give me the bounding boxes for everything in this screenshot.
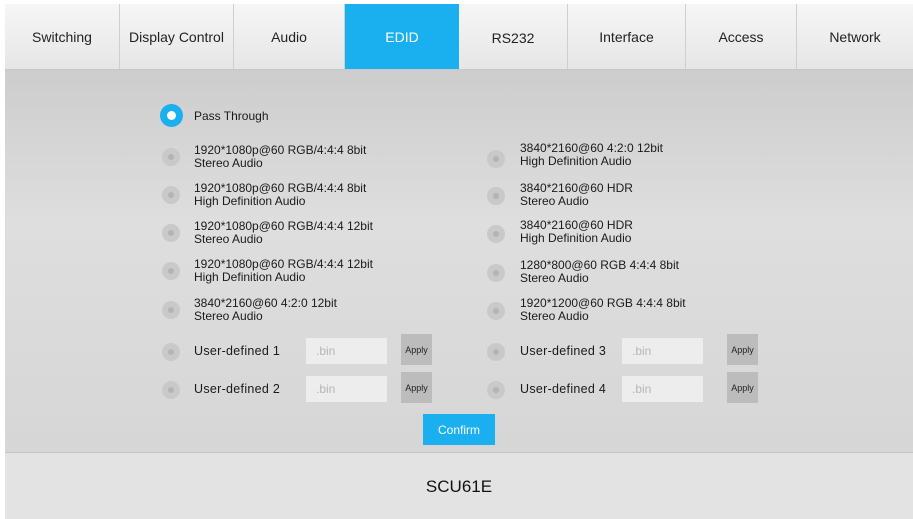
tab-switching[interactable]: Switching — [5, 4, 120, 69]
option-label: 3840*2160@60 4:2:0 12bit Stereo Audio — [194, 296, 337, 323]
radio-user-defined-4[interactable] — [487, 381, 505, 399]
user-defined-1-label: User-defined 1 — [194, 344, 281, 358]
user-defined-2-file-input[interactable] — [306, 376, 387, 402]
tab-network[interactable]: Network — [797, 4, 913, 69]
radio-left-option-5[interactable] — [162, 301, 180, 319]
apply-button-1[interactable]: Apply — [401, 334, 432, 365]
option-label: 1920*1200@60 RGB 4:4:4 8bit Stereo Audio — [520, 296, 686, 323]
radio-right-option-4[interactable] — [487, 264, 505, 282]
apply-button-3[interactable]: Apply — [727, 334, 758, 365]
radio-user-defined-3[interactable] — [487, 343, 505, 361]
tab-display-control[interactable]: Display Control — [120, 4, 234, 69]
option-label: 1280*800@60 RGB 4:4:4 8bit Stereo Audio — [520, 258, 679, 285]
user-defined-3-label: User-defined 3 — [520, 344, 607, 358]
device-model-footer: SCU61E — [5, 452, 913, 519]
option-label: 1920*1080p@60 RGB/4:4:4 8bit High Definit… — [194, 181, 367, 208]
radio-pass-through[interactable] — [160, 104, 183, 127]
confirm-button[interactable]: Confirm — [423, 414, 495, 445]
radio-left-option-1[interactable] — [162, 148, 180, 166]
radio-right-option-5[interactable] — [487, 302, 505, 320]
radio-left-option-3[interactable] — [162, 224, 180, 242]
user-defined-3-file-input[interactable] — [622, 338, 703, 364]
tab-access[interactable]: Access — [686, 4, 797, 69]
option-label: 1920*1080p@60 RGB/4:4:4 8bit Stereo Audio — [194, 143, 367, 170]
radio-left-option-4[interactable] — [162, 262, 180, 280]
option-label: 3840*2160@60 4:2:0 12bit High Definition … — [520, 141, 663, 168]
option-label: 3840*2160@60 HDR Stereo Audio — [520, 181, 633, 208]
option-label: 1920*1080p@60 RGB/4:4:4 12bit High Defini… — [194, 257, 373, 284]
radio-right-option-3[interactable] — [487, 225, 505, 243]
user-defined-4-label: User-defined 4 — [520, 382, 607, 396]
tab-audio[interactable]: Audio — [234, 4, 345, 69]
pass-through-label: Pass Through — [194, 109, 269, 123]
tab-rs232[interactable]: RS232 — [459, 4, 568, 69]
option-label: 3840*2160@60 HDR High Definition Audio — [520, 218, 633, 245]
user-defined-4-file-input[interactable] — [622, 376, 703, 402]
radio-left-option-2[interactable] — [162, 186, 180, 204]
tab-edid[interactable]: EDID — [345, 4, 459, 69]
radio-user-defined-2[interactable] — [162, 381, 180, 399]
user-defined-1-file-input[interactable] — [306, 338, 387, 364]
radio-right-option-2[interactable] — [487, 187, 505, 205]
app-frame: Switching Display Control Audio EDID RS2… — [5, 4, 913, 519]
user-defined-2-label: User-defined 2 — [194, 382, 281, 396]
tab-bar: Switching Display Control Audio EDID RS2… — [5, 4, 913, 70]
option-label: 1920*1080p@60 RGB/4:4:4 12bit Stereo Audi… — [194, 219, 373, 246]
tab-interface[interactable]: Interface — [568, 4, 686, 69]
apply-button-4[interactable]: Apply — [727, 372, 758, 403]
radio-user-defined-1[interactable] — [162, 343, 180, 361]
radio-right-option-1[interactable] — [487, 150, 505, 168]
edid-panel: Pass Through 1920*1080p@60 RGB/4:4:4 8bi… — [5, 70, 913, 452]
apply-button-2[interactable]: Apply — [401, 372, 432, 403]
